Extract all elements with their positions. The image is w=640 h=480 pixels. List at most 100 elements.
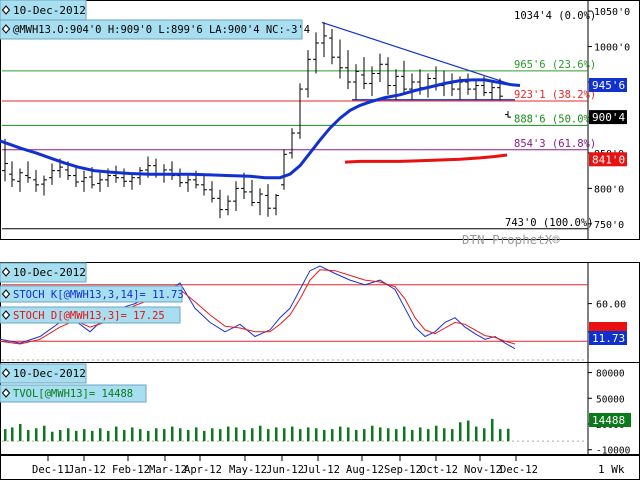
volume-bar: [123, 430, 126, 442]
volume-bar: [451, 429, 454, 442]
x-axis-label: Jan-12: [68, 464, 106, 476]
volume-bar: [219, 429, 222, 442]
volume-bar: [43, 425, 46, 442]
volume-bar: [195, 427, 198, 442]
volume-bar: [403, 426, 406, 442]
volume-bar: [507, 428, 510, 442]
price-tick-label: 800'0: [594, 184, 624, 195]
stoch-date-label: 10-Dec-2012: [13, 266, 86, 279]
volume-value: 14488: [592, 414, 625, 427]
volume-bar: [259, 425, 262, 442]
volume-bar: [339, 426, 342, 442]
volume-bar: [155, 428, 158, 442]
volume-bar: [355, 430, 358, 442]
volume-bar: [387, 428, 390, 442]
volume-series-label: TVOL[@MWH13]= 14488: [13, 388, 133, 400]
volume-bar: [283, 428, 286, 442]
price-value-box-label: 945'6: [592, 79, 625, 92]
fib-level-label: 743'0 (100.0%): [505, 217, 594, 229]
volume-bar: [83, 429, 86, 442]
x-axis-label: Apr-12: [184, 464, 222, 476]
volume-bar: [299, 429, 302, 442]
volume-bar: [347, 427, 350, 442]
volume-bar: [4, 429, 7, 442]
volume-bar: [379, 427, 382, 442]
volume-bar: [107, 430, 110, 442]
volume-bar: [91, 430, 94, 442]
volume-bar: [227, 426, 230, 442]
volume-date-label: 10-Dec-2012: [13, 367, 86, 380]
x-axis-label: Aug-12: [346, 464, 384, 476]
price-tick-label: 1000'0: [594, 43, 630, 54]
volume-bar: [131, 427, 134, 442]
volume-bar: [147, 430, 150, 442]
watermark: DTN ProphetX®: [462, 232, 560, 247]
volume-bar: [307, 427, 310, 442]
volume-bar: [99, 428, 102, 442]
price-panel: 750'0800'0850'0900'0950'01000'01050'0103…: [0, 0, 640, 247]
volume-bar: [59, 430, 62, 442]
volume-bar: [467, 420, 470, 442]
fib-level-label: 965'6 (23.6%): [514, 59, 596, 71]
volume-bar: [435, 425, 438, 442]
x-axis-panel: Dec-11Jan-12 Feb-12 Mar-12Apr-12 May-12 Jun-…: [0, 455, 640, 480]
volume-bar: [179, 428, 182, 442]
volume-bar: [475, 426, 478, 442]
volume-bar: [331, 429, 334, 442]
volume-bar: [323, 430, 326, 442]
x-axis-label: Nov-12: [464, 464, 502, 476]
volume-bar: [11, 427, 14, 442]
fib-level-label: 888'6 (50.0%): [514, 113, 596, 125]
volume-bar: [499, 429, 502, 442]
volume-bar: [291, 426, 294, 442]
volume-bar: [27, 430, 30, 442]
volume-bar: [251, 428, 254, 442]
price-value-box-label: 841'0: [592, 153, 625, 166]
volume-bar: [267, 429, 270, 442]
price-value-box-label: 900'4: [592, 111, 625, 124]
volume-bar: [203, 430, 206, 442]
quote-label: @MWH13.O:904'0 H:909'0 L:899'6 LA:900'4 …: [13, 24, 310, 36]
volume-bar: [235, 427, 238, 442]
x-axis-label: Mar-12: [149, 464, 187, 476]
volume-bar: [427, 429, 430, 442]
volume-bar: [395, 429, 398, 442]
x-axis-label: Dec-12: [500, 464, 538, 476]
volume-bar: [75, 430, 78, 442]
stoch-k-value: 11.73: [592, 332, 625, 345]
volume-bar: [67, 428, 70, 442]
period-label: 1 Wk: [598, 463, 625, 476]
volume-bar: [19, 424, 22, 442]
volume-bar: [459, 422, 462, 442]
price-tick-label: 1050'0: [594, 7, 630, 18]
volume-bar: [171, 426, 174, 442]
chart-canvas: 750'0800'0850'0900'0950'01000'01050'0103…: [0, 0, 640, 480]
volume-bar: [483, 428, 486, 442]
volume-bar: [51, 431, 54, 442]
fib-level-label: 1034'4 (0.0%): [514, 10, 596, 22]
volume-bar: [363, 429, 366, 442]
volume-bar: [35, 428, 38, 442]
volume-tick-label: 80000: [596, 369, 625, 380]
price-tick-label: 750'0: [594, 220, 624, 231]
volume-bar: [315, 428, 318, 442]
volume-bar: [243, 430, 246, 442]
stoch-d-label: STOCH D[@MWH13,3]= 17.25: [13, 310, 165, 322]
x-axis-label: May-12: [229, 464, 267, 476]
volume-bar: [115, 426, 118, 442]
volume-bar: [371, 425, 374, 442]
fib-level-label: 923'1 (38.2%): [514, 89, 596, 101]
volume-bar: [275, 427, 278, 442]
volume-bar: [139, 429, 142, 442]
volume-bar: [187, 430, 190, 442]
x-axis-label: Dec-11: [32, 464, 70, 476]
stochastics-panel: 60.0030.0011.7310-Dec-2012STOCH K[@MWH13…: [0, 262, 640, 365]
volume-bar: [411, 430, 414, 442]
volume-panel: 800005000020000-100001448810-Dec-2012TVO…: [0, 362, 640, 457]
volume-bar: [163, 429, 166, 442]
date-label: 10-Dec-2012: [13, 4, 86, 17]
x-axis-label: Jun-12: [266, 464, 304, 476]
x-axis-label: Feb-12: [112, 464, 150, 476]
fib-level-label: 854'3 (61.8%): [514, 138, 596, 150]
x-axis-label: Sep-12: [384, 464, 422, 476]
